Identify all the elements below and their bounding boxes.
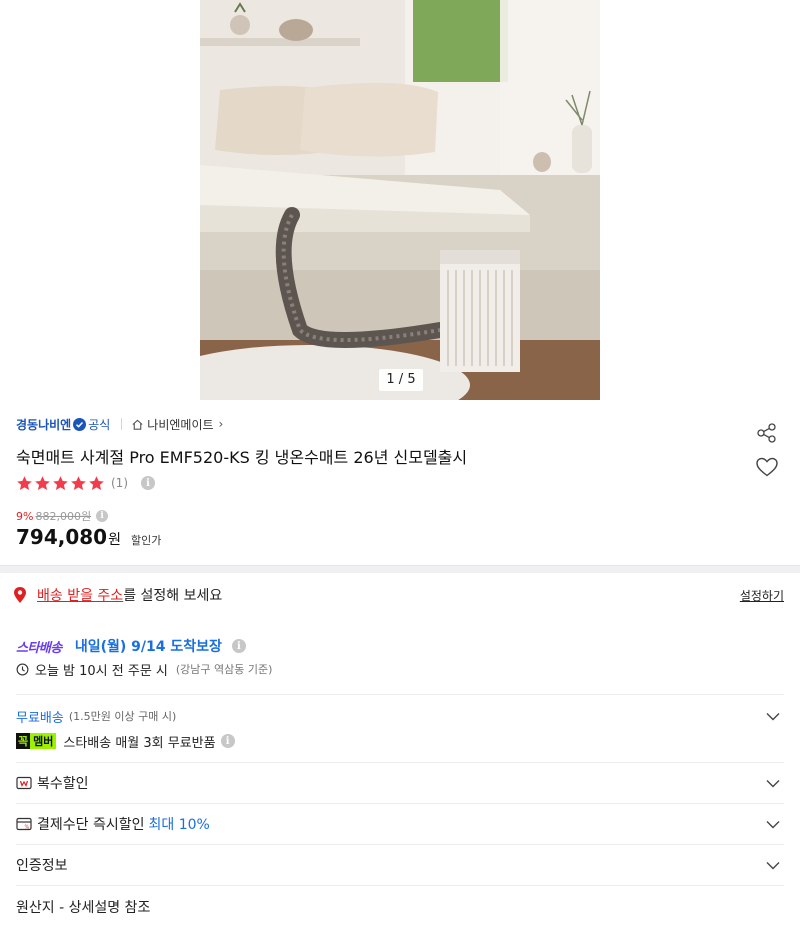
multi-discount-row[interactable]: 복수할인 xyxy=(16,773,784,793)
shop-link[interactable]: 나비엔메이트 › xyxy=(131,416,223,433)
section-divider xyxy=(0,565,800,573)
star-delivery-logo: 스타배송 xyxy=(16,640,62,656)
coupon-icon xyxy=(16,776,32,790)
shop-name: 나비엔메이트 xyxy=(147,417,214,432)
rating-row[interactable]: (1) i xyxy=(16,474,155,492)
seller-row: 경동나비엔 공식 나비엔메이트 › xyxy=(16,415,223,433)
discount-percent: 9% xyxy=(16,509,34,523)
arrival-date: 내일(월) 9/14 도착보장 xyxy=(74,639,222,655)
price-label: 할인가 xyxy=(130,534,162,547)
free-delivery-row[interactable]: 무료배송 (1.5만원 이상 구매 시) xyxy=(16,706,784,726)
product-image[interactable]: 1 / 5 xyxy=(200,0,600,400)
member-badge: 꼭 멤버 xyxy=(16,733,57,749)
price-row: 794,080 원 할인가 xyxy=(16,525,161,549)
setup-button[interactable]: 설정하기 xyxy=(740,587,784,604)
chevron-right-icon: › xyxy=(218,417,224,431)
order-region: (강남구 역삼동 기준) xyxy=(175,663,273,676)
payment-discount-label: 결제수단 즉시할인 xyxy=(37,817,145,833)
delivery-address-row[interactable]: 배송 받을 주소 를 설정해 보세요 설정하기 xyxy=(12,584,788,606)
origin-label: 원산지 - 상세설명 참조 xyxy=(16,900,151,916)
location-pin-icon xyxy=(14,587,26,603)
payment-discount-highlight: 최대 10% xyxy=(148,817,210,833)
divider xyxy=(16,885,784,886)
official-label: 공식 xyxy=(88,417,111,432)
member-benefit: 스타배송 매월 3회 무료반품 xyxy=(63,735,216,751)
currency: 원 xyxy=(108,532,121,548)
star-icon xyxy=(71,475,86,490)
card-icon: % xyxy=(16,817,32,831)
heart-icon[interactable] xyxy=(755,456,779,478)
original-price-row: 9% 882,000원 i xyxy=(16,508,109,524)
share-icon[interactable] xyxy=(756,422,778,444)
info-icon[interactable]: i xyxy=(231,639,246,653)
info-icon[interactable]: i xyxy=(96,510,109,522)
review-count: (1) xyxy=(111,476,128,490)
divider xyxy=(16,803,784,804)
member-benefit-row: 꼭 멤버 스타배송 매월 3회 무료반품 i xyxy=(16,731,235,751)
address-link[interactable]: 배송 받을 주소 xyxy=(37,585,123,605)
order-deadline: 오늘 밤 10시 전 주문 시 xyxy=(35,663,168,679)
certification-label: 인증정보 xyxy=(16,858,68,874)
home-icon xyxy=(132,419,143,430)
star-icon xyxy=(17,475,32,490)
divider xyxy=(16,844,784,845)
image-counter: 1 / 5 xyxy=(379,369,423,391)
multi-discount-label: 복수할인 xyxy=(37,776,89,792)
divider xyxy=(16,694,784,695)
divider xyxy=(16,762,784,763)
member-badge-left: 꼭 xyxy=(16,733,31,749)
product-title: 숙면매트 사계절 Pro EMF520-KS 킹 냉온수매트 26년 신모델출시 xyxy=(16,448,468,467)
product-photo xyxy=(200,0,600,400)
verified-icon xyxy=(73,417,87,431)
member-badge-right: 멤버 xyxy=(30,733,57,749)
svg-text:%: % xyxy=(25,825,30,831)
chevron-down-icon[interactable] xyxy=(766,861,780,870)
brand-name[interactable]: 경동나비엔 xyxy=(16,416,71,433)
star-icon xyxy=(35,475,50,490)
order-deadline-row: 오늘 밤 10시 전 주문 시 (강남구 역삼동 기준) xyxy=(16,659,272,679)
star-icon xyxy=(53,475,68,490)
star-delivery-row: 스타배송 내일(월) 9/14 도착보장 i xyxy=(16,636,246,656)
clock-icon xyxy=(16,663,29,675)
star-icon xyxy=(89,475,104,490)
original-price: 882,000원 xyxy=(35,510,92,523)
divider xyxy=(121,418,123,430)
chevron-down-icon[interactable] xyxy=(766,779,780,788)
address-prompt: 를 설정해 보세요 xyxy=(123,588,223,604)
info-icon[interactable]: i xyxy=(141,476,155,490)
free-delivery-label: 무료배송 xyxy=(16,710,64,726)
payment-discount-row[interactable]: % 결제수단 즉시할인 최대 10% xyxy=(16,814,784,834)
free-delivery-condition: (1.5만원 이상 구매 시) xyxy=(68,710,177,723)
sale-price: 794,080 xyxy=(16,525,108,549)
origin-row: 원산지 - 상세설명 참조 xyxy=(16,897,784,917)
info-icon[interactable]: i xyxy=(220,734,235,748)
certification-row[interactable]: 인증정보 xyxy=(16,855,784,875)
chevron-down-icon[interactable] xyxy=(766,820,780,829)
chevron-down-icon[interactable] xyxy=(766,712,780,721)
